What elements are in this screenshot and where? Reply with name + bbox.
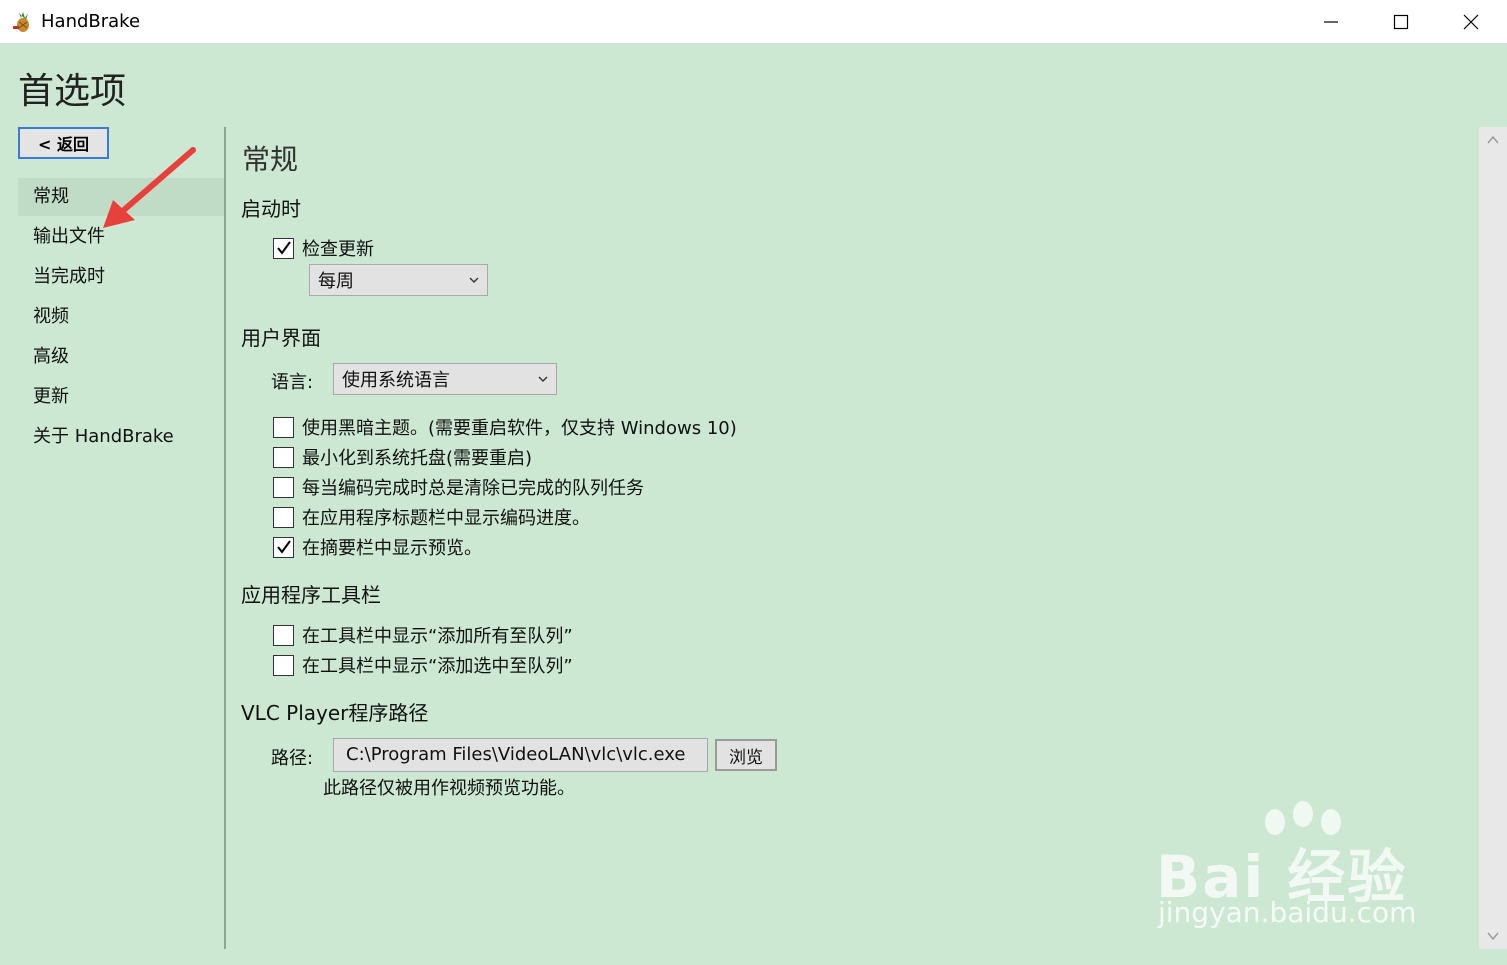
- page-title: 首选项: [18, 71, 127, 112]
- check-updates-checkbox[interactable]: 检查更新: [273, 236, 374, 260]
- check-updates-label: 检查更新: [302, 239, 374, 260]
- checkbox-box[interactable]: [273, 446, 294, 468]
- update-frequency-value: 每周: [318, 271, 354, 292]
- checkbox-box[interactable]: [273, 506, 294, 528]
- watermark-url: jingyan.baidu.com: [1158, 896, 1417, 929]
- toolbar-group-title: 应用程序工具栏: [241, 583, 381, 607]
- checkbox-box[interactable]: [273, 536, 294, 558]
- vlc-group-title: VLC Player程序路径: [241, 701, 429, 725]
- checkbox-box[interactable]: [273, 654, 294, 676]
- summary-preview-checkbox[interactable]: 在摘要栏中显示预览。: [273, 535, 482, 559]
- handbrake-pineapple-icon: [12, 11, 34, 33]
- vlc-path-input[interactable]: C:\Program Files\VideoLAN\vlc\vlc.exe: [333, 738, 708, 772]
- checkbox-box[interactable]: [273, 476, 294, 498]
- toolbar-add-selected-checkbox[interactable]: 在工具栏中显示“添加选中至队列”: [273, 653, 573, 677]
- maximize-button[interactable]: [1366, 0, 1436, 44]
- titlebar-progress-label: 在应用程序标题栏中显示编码进度。: [302, 508, 590, 529]
- chevron-down-icon: [469, 277, 479, 283]
- toolbar-add-selected-label: 在工具栏中显示“添加选中至队列”: [302, 656, 573, 677]
- minimize-button[interactable]: [1296, 0, 1366, 44]
- section-title: 常规: [242, 143, 299, 176]
- checkbox-box[interactable]: [273, 416, 294, 438]
- clear-completed-queue-label: 每当编码完成时总是清除已完成的队列任务: [302, 478, 644, 499]
- baidu-watermark: Bai 经验 jingyan.baidu.com: [1150, 800, 1440, 940]
- toolbar-add-all-checkbox[interactable]: 在工具栏中显示“添加所有至队列”: [273, 623, 573, 647]
- language-select[interactable]: 使用系统语言: [333, 363, 557, 395]
- sidebar-divider: [224, 127, 226, 949]
- clear-completed-queue-checkbox[interactable]: 每当编码完成时总是清除已完成的队列任务: [273, 475, 644, 499]
- toolbar-add-all-label: 在工具栏中显示“添加所有至队列”: [302, 626, 573, 647]
- sidebar-item-video[interactable]: 视频: [18, 298, 224, 336]
- summary-preview-label: 在摘要栏中显示预览。: [302, 538, 482, 559]
- checkmark-icon: [276, 241, 291, 255]
- minimize-to-tray-checkbox[interactable]: 最小化到系统托盘(需要重启): [273, 445, 532, 469]
- checkbox-box[interactable]: [273, 624, 294, 646]
- vertical-scrollbar[interactable]: [1479, 127, 1507, 949]
- language-label: 语言:: [271, 372, 314, 393]
- chevron-down-icon: [538, 376, 548, 382]
- sidebar-item-about[interactable]: 关于 HandBrake: [18, 418, 224, 456]
- checkbox-box[interactable]: [273, 237, 294, 259]
- sidebar-item-advanced[interactable]: 高级: [18, 338, 224, 376]
- annotation-arrow-icon: [103, 147, 196, 228]
- dark-theme-checkbox[interactable]: 使用黑暗主题。(需要重启软件，仅支持 Windows 10): [273, 415, 737, 439]
- close-icon: [1463, 14, 1479, 30]
- language-value: 使用系统语言: [342, 370, 450, 391]
- checkmark-icon: [276, 540, 291, 554]
- window-title: HandBrake: [41, 11, 141, 32]
- startup-group-title: 启动时: [241, 197, 301, 221]
- sidebar-item-when-done[interactable]: 当完成时: [18, 258, 224, 296]
- ui-group-title: 用户界面: [241, 326, 321, 350]
- close-button[interactable]: [1436, 0, 1506, 44]
- sidebar-item-updates[interactable]: 更新: [18, 378, 224, 416]
- path-label: 路径:: [271, 748, 314, 769]
- update-frequency-select[interactable]: 每周: [309, 264, 488, 296]
- scroll-up-icon[interactable]: [1487, 135, 1499, 145]
- browse-button[interactable]: 浏览: [715, 739, 777, 771]
- maximize-icon: [1393, 14, 1409, 30]
- scroll-down-icon[interactable]: [1487, 931, 1499, 941]
- minimize-icon: [1324, 21, 1338, 23]
- titlebar-progress-checkbox[interactable]: 在应用程序标题栏中显示编码进度。: [273, 505, 590, 529]
- title-bar: HandBrake: [0, 0, 1507, 44]
- minimize-to-tray-label: 最小化到系统托盘(需要重启): [302, 448, 533, 469]
- vlc-path-note: 此路径仅被用作视频预览功能。: [323, 778, 575, 799]
- dark-theme-label: 使用黑暗主题。(需要重启软件，仅支持 Windows 10): [302, 418, 737, 439]
